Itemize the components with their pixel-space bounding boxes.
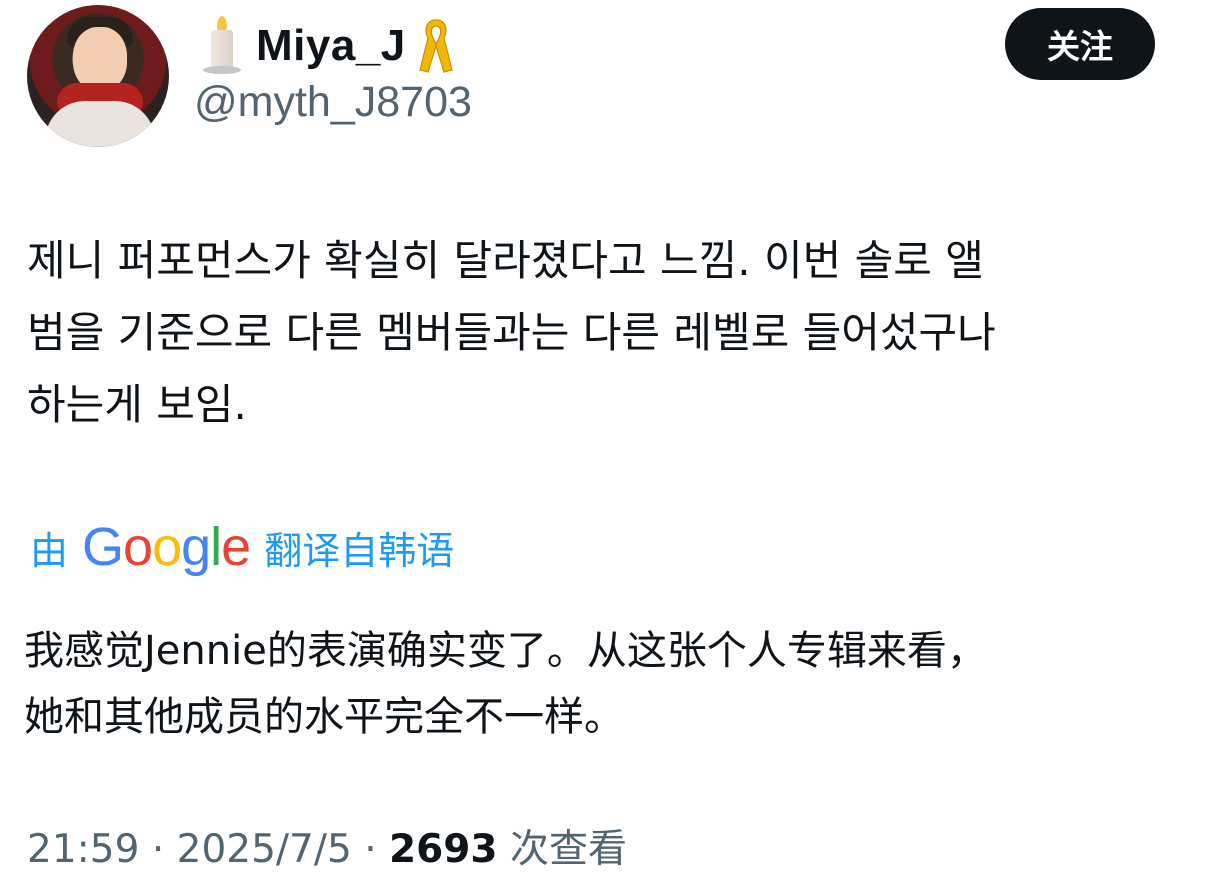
translated-text-line: 我感觉Jennie的表演确实变了。从这张个人专辑来看，: [24, 628, 987, 674]
author-handle[interactable]: @myth_J8703: [194, 78, 472, 127]
avatar-shirt: [45, 101, 155, 147]
tweet-text-line: 범을 기준으로 다른 멤버들과는 다른 레벨로 들어섰구나: [27, 308, 996, 357]
author-name-row[interactable]: Miya_J: [196, 14, 456, 78]
views-count: 2693: [389, 827, 498, 872]
follow-button[interactable]: 关注: [1005, 8, 1155, 80]
translation-attribution[interactable]: 由 Google 翻译自韩语: [30, 515, 454, 579]
tweet-date[interactable]: 2025/7/5: [177, 827, 352, 872]
yellow-ribbon-icon: [419, 19, 453, 73]
google-logo: Google: [82, 517, 251, 577]
tweet-text-line: 제니 퍼포먼스가 확실히 달라졌다고 느낌. 이번 솔로 앨: [27, 236, 984, 285]
candle-icon: [196, 16, 246, 76]
avatar-face: [73, 27, 127, 91]
views-label: 次查看: [509, 827, 627, 872]
display-name[interactable]: Miya_J: [256, 21, 406, 71]
translation-prefix: 由: [30, 528, 69, 573]
translated-text: 我感觉Jennie的表演确实变了。从这张个人专辑来看， 她和其他成员的水平完全不…: [24, 618, 1194, 750]
tweet-time[interactable]: 21:59: [27, 827, 139, 872]
translated-text-line: 她和其他成员的水平完全不一样。: [24, 694, 624, 740]
tweet-text-line: 하는게 보임.: [27, 380, 247, 429]
meta-separator: ·: [364, 827, 377, 872]
meta-separator: ·: [151, 827, 165, 872]
tweet-text: 제니 퍼포먼스가 확실히 달라졌다고 느낌. 이번 솔로 앨 범을 기준으로 다…: [27, 225, 1187, 441]
tweet-meta: 21:59 · 2025/7/5 · 2693 次查看: [27, 818, 627, 878]
translation-suffix: 翻译自韩语: [264, 528, 455, 573]
avatar[interactable]: [27, 5, 169, 147]
